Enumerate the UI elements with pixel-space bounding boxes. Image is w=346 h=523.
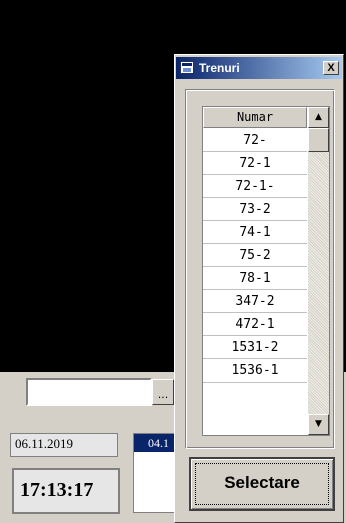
table-row[interactable]: 74-1 <box>203 221 307 244</box>
title-bar[interactable]: Trenuri X <box>176 57 342 79</box>
table-row[interactable]: 78-1 <box>203 267 307 290</box>
scroll-up-icon[interactable]: ▲ <box>308 107 329 128</box>
list-item-selected[interactable]: 04.1 <box>134 434 174 452</box>
table-row[interactable]: 472-1 <box>203 313 307 336</box>
table-row[interactable]: 73-2 <box>203 198 307 221</box>
trenuri-dialog: Trenuri X Numar 72- 72-1 72-1- 73-2 74-1… <box>174 54 344 523</box>
table-row[interactable]: 1531-2 <box>203 336 307 359</box>
table-row[interactable]: 75-2 <box>203 244 307 267</box>
table-row[interactable]: 347-2 <box>203 290 307 313</box>
time-display: 17:13:17 <box>12 468 120 514</box>
browse-button[interactable]: ... <box>152 379 174 405</box>
date-display: 06.11.2019 <box>10 433 118 457</box>
text-input[interactable] <box>26 378 152 406</box>
dialog-title: Trenuri <box>199 61 240 75</box>
table-row[interactable]: 72-1- <box>203 175 307 198</box>
train-grid[interactable]: Numar 72- 72-1 72-1- 73-2 74-1 75-2 78-1… <box>202 106 330 436</box>
table-row[interactable]: 72- <box>203 129 307 152</box>
table-row[interactable]: 72-1 <box>203 152 307 175</box>
scroll-thumb[interactable] <box>308 128 329 152</box>
column-header-numar[interactable]: Numar <box>203 107 307 128</box>
date-list[interactable]: 04.1 <box>133 433 175 513</box>
close-icon[interactable]: X <box>323 61 339 75</box>
select-button[interactable]: Selectare <box>189 457 335 511</box>
scroll-down-icon[interactable]: ▼ <box>308 414 329 435</box>
table-row[interactable]: 1536-1 <box>203 359 307 383</box>
window-icon <box>180 61 194 74</box>
vertical-scrollbar[interactable]: ▲ ▼ <box>308 107 329 435</box>
